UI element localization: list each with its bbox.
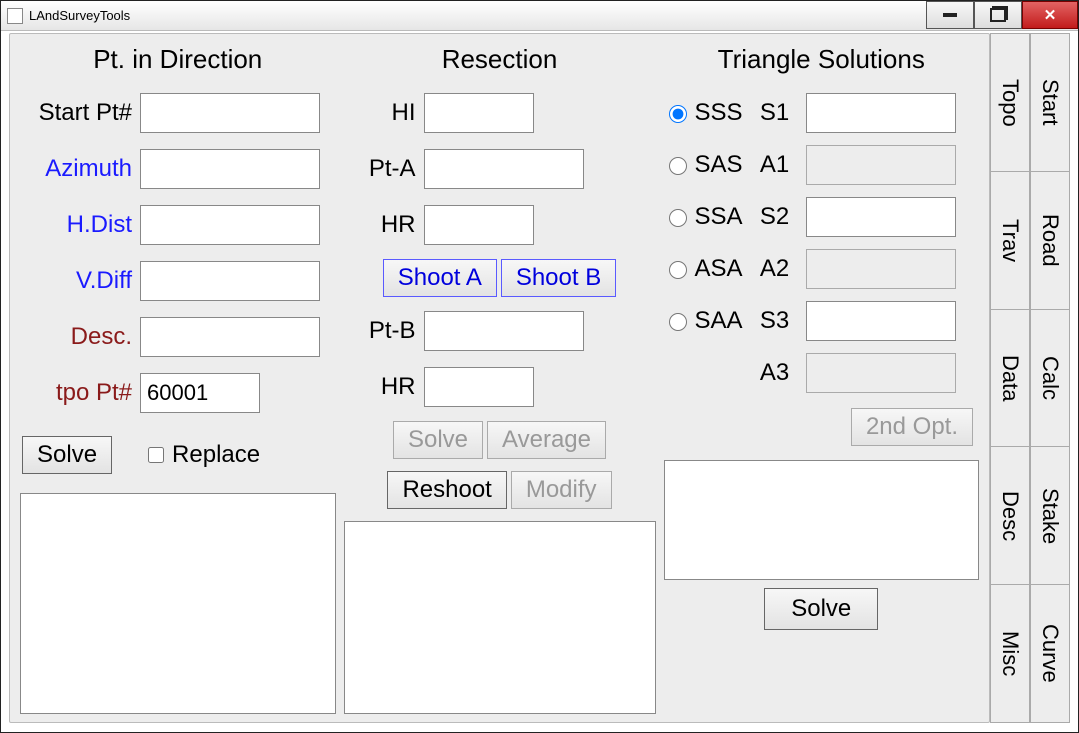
app-icon <box>7 8 23 24</box>
hr1-label: HR <box>344 211 424 239</box>
minimize-button[interactable] <box>926 1 974 29</box>
tri-field-label-a1: A1 <box>754 151 796 179</box>
start-pt-label: Start Pt# <box>20 99 140 127</box>
close-button[interactable] <box>1022 1 1078 29</box>
vdiff-label: V.Diff <box>20 267 140 295</box>
tri-input-s2[interactable] <box>806 197 956 237</box>
triangle-heading: Triangle Solutions <box>664 40 980 85</box>
hr1-input[interactable] <box>424 205 534 245</box>
radio-label-sas: SAS <box>695 151 743 179</box>
triangle-solve-button[interactable]: Solve <box>764 588 878 630</box>
tab-desc[interactable]: Desc <box>990 446 1030 585</box>
pt-direction-output[interactable] <box>20 493 336 714</box>
titlebar: LAndSurveyTools <box>1 1 1078 31</box>
resection-heading: Resection <box>344 40 656 85</box>
radio-asa[interactable] <box>669 261 687 279</box>
pta-input[interactable] <box>424 149 584 189</box>
tri-field-label-a2: A2 <box>754 255 796 283</box>
radio-sss[interactable] <box>669 105 687 123</box>
tab-trav[interactable]: Trav <box>990 171 1030 310</box>
radio-saa[interactable] <box>669 313 687 331</box>
tri-input-a1[interactable] <box>806 145 956 185</box>
maximize-button[interactable] <box>974 1 1022 29</box>
start-pt-input[interactable] <box>140 93 320 133</box>
pt-solve-button[interactable]: Solve <box>22 436 112 474</box>
tri-field-label-s3: S3 <box>754 307 796 335</box>
tab-topo[interactable]: Topo <box>990 33 1030 172</box>
shoot-a-button[interactable]: Shoot A <box>383 259 497 297</box>
second-opt-button[interactable]: 2nd Opt. <box>851 408 973 446</box>
tab-curve[interactable]: Curve <box>1030 584 1070 723</box>
tab-misc[interactable]: Misc <box>990 584 1030 723</box>
tri-field-label-s1: S1 <box>754 99 796 127</box>
radio-label-ssa: SSA <box>695 203 743 231</box>
tri-input-s1[interactable] <box>806 93 956 133</box>
hdist-input[interactable] <box>140 205 320 245</box>
tri-input-a2[interactable] <box>806 249 956 289</box>
hr2-label: HR <box>344 373 424 401</box>
desc-label: Desc. <box>20 323 140 351</box>
shoot-b-button[interactable]: Shoot B <box>501 259 616 297</box>
radio-label-asa: ASA <box>695 255 743 283</box>
tab-stake[interactable]: Stake <box>1030 446 1070 585</box>
ptb-input[interactable] <box>424 311 584 351</box>
tri-field-label-a3: A3 <box>754 359 796 387</box>
average-button[interactable]: Average <box>487 421 606 459</box>
radio-ssa[interactable] <box>669 209 687 227</box>
hr2-input[interactable] <box>424 367 534 407</box>
tab-road[interactable]: Road <box>1030 171 1070 310</box>
ptb-label: Pt-B <box>344 317 424 345</box>
side-tabsets: TopoTravDataDescMisc StartRoadCalcStakeC… <box>990 33 1070 723</box>
tab-start[interactable]: Start <box>1030 33 1070 172</box>
tab-data[interactable]: Data <box>990 309 1030 448</box>
radio-label-sss: SSS <box>695 99 743 127</box>
azimuth-label: Azimuth <box>20 155 140 183</box>
replace-checkbox-label[interactable]: Replace <box>144 441 260 469</box>
hi-input[interactable] <box>424 93 534 133</box>
pt-direction-heading: Pt. in Direction <box>20 40 336 85</box>
resection-solve-button[interactable]: Solve <box>393 421 483 459</box>
resection-output[interactable] <box>344 521 656 714</box>
hi-label: HI <box>344 99 424 127</box>
window-title: LAndSurveyTools <box>29 8 130 23</box>
pta-label: Pt-A <box>344 155 424 183</box>
tri-input-a3[interactable] <box>806 353 956 393</box>
replace-checkbox[interactable] <box>148 447 164 463</box>
hdist-label: H.Dist <box>20 211 140 239</box>
reshoot-button[interactable]: Reshoot <box>387 471 506 509</box>
azimuth-input[interactable] <box>140 149 320 189</box>
modify-button[interactable]: Modify <box>511 471 612 509</box>
tpo-pt-input[interactable] <box>140 373 260 413</box>
tri-input-s3[interactable] <box>806 301 956 341</box>
tab-calc[interactable]: Calc <box>1030 309 1070 448</box>
radio-sas[interactable] <box>669 157 687 175</box>
radio-label-saa: SAA <box>695 307 743 335</box>
tri-field-label-s2: S2 <box>754 203 796 231</box>
tpo-pt-label: tpo Pt# <box>20 379 140 407</box>
vdiff-input[interactable] <box>140 261 320 301</box>
desc-input[interactable] <box>140 317 320 357</box>
main-panel: Pt. in Direction Start Pt# Azimuth H.Dis… <box>9 33 990 723</box>
triangle-output[interactable] <box>664 460 980 580</box>
